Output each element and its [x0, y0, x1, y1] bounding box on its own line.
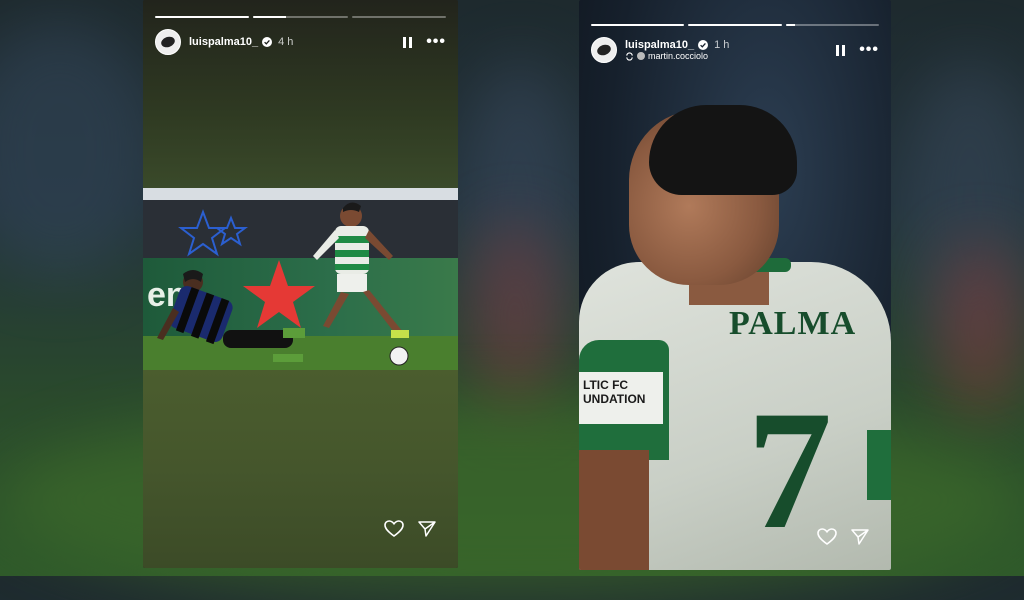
story-actions — [384, 520, 436, 538]
progress-segment — [351, 16, 446, 18]
progress-segment — [253, 16, 348, 18]
pause-icon[interactable] — [836, 44, 846, 56]
avatar[interactable] — [155, 29, 181, 55]
progress-segment — [155, 16, 250, 18]
sleeve-text: LTIC FC UNDATION — [583, 378, 646, 406]
more-icon[interactable]: ••• — [426, 34, 446, 50]
verified-icon — [698, 40, 709, 50]
heart-icon[interactable] — [384, 520, 404, 538]
username[interactable]: luispalma10_ — [189, 36, 258, 48]
player-arm — [579, 450, 649, 570]
background-blur — [0, 20, 160, 280]
progress-segment — [688, 24, 782, 26]
reshare-avatar — [637, 52, 645, 60]
jersey-name: PALMA — [729, 305, 857, 342]
inter-player-figure — [157, 270, 305, 362]
story-background-bottom — [143, 370, 458, 568]
player-hair — [649, 105, 797, 195]
jersey-trim — [867, 430, 891, 500]
reshare-attribution[interactable]: martin.cocciolo — [625, 51, 729, 61]
verified-icon — [262, 37, 273, 47]
story-progress-bar — [155, 16, 446, 18]
reshare-username: martin.cocciolo — [648, 51, 709, 61]
story-right[interactable]: LTIC FC UNDATION PALMA 7 luispalma10_ 1 … — [579, 0, 891, 570]
background-blur — [940, 240, 1020, 420]
username[interactable]: luispalma10_ — [625, 39, 694, 51]
story-header: luispalma10_ 1 h martin.cocciolo ••• — [591, 36, 879, 64]
avatar[interactable] — [591, 37, 617, 63]
story-actions — [817, 528, 869, 546]
progress-segment — [591, 24, 685, 26]
story-progress-bar — [591, 24, 879, 26]
celtic-player-figure — [313, 202, 409, 366]
story-timestamp: 4 h — [278, 36, 294, 48]
heart-icon[interactable] — [817, 528, 837, 546]
story-timestamp: 1 h — [714, 39, 730, 51]
send-icon[interactable] — [851, 528, 869, 546]
send-icon[interactable] — [418, 520, 436, 538]
progress-segment — [785, 24, 879, 26]
more-icon[interactable]: ••• — [859, 42, 879, 58]
story-left[interactable]: en luispalma10_ 4 h ••• — [143, 0, 458, 568]
background-blur — [470, 220, 560, 420]
story-photo: en — [143, 188, 458, 370]
repost-icon — [626, 51, 633, 61]
story-header: luispalma10_ 4 h ••• — [155, 28, 446, 56]
pause-icon[interactable] — [403, 36, 413, 48]
